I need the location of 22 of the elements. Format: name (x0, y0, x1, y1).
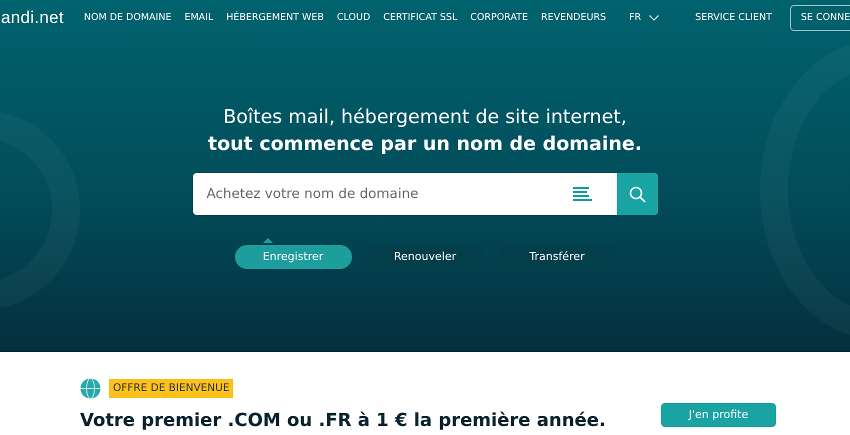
nav-link[interactable]: HÉBERGEMENT WEB (226, 10, 324, 26)
nav-link[interactable]: CERTIFICAT SSL (383, 10, 458, 26)
nav-link[interactable]: NOM DE DOMAINE (84, 10, 172, 26)
list-icon[interactable] (572, 186, 592, 202)
login-button[interactable]: SE CONNE (790, 4, 850, 32)
nav-link[interactable]: EMAIL (184, 10, 214, 26)
logo[interactable]: andi.net (1, 5, 64, 31)
search-button[interactable] (616, 173, 658, 216)
offer-headline: Votre premier .COM ou .FR à 1 € la première année. (80, 409, 606, 433)
nav-link[interactable]: CLOUD (336, 10, 370, 26)
chevron-down-icon[interactable] (649, 15, 660, 21)
nav-link[interactable]: CORPORATE (470, 10, 528, 26)
search-icon (628, 186, 646, 203)
globe-icon (80, 378, 101, 399)
language-selector[interactable]: FR (629, 10, 642, 26)
hero-subtitle: tout commence par un nom de domaine. (206, 132, 644, 157)
offer-badge: OFFRE DE BIENVENUE (109, 378, 234, 398)
hero-title: Boîtes mail, hébergement de site internet, (222, 105, 628, 130)
support-link[interactable]: SERVICE CLIENT (695, 10, 772, 26)
nav-link[interactable]: REVENDEURS (540, 10, 606, 26)
domain-search-field[interactable]: Achetez votre nom de domaine (192, 173, 658, 216)
tab[interactable]: Renouveler (366, 245, 484, 270)
